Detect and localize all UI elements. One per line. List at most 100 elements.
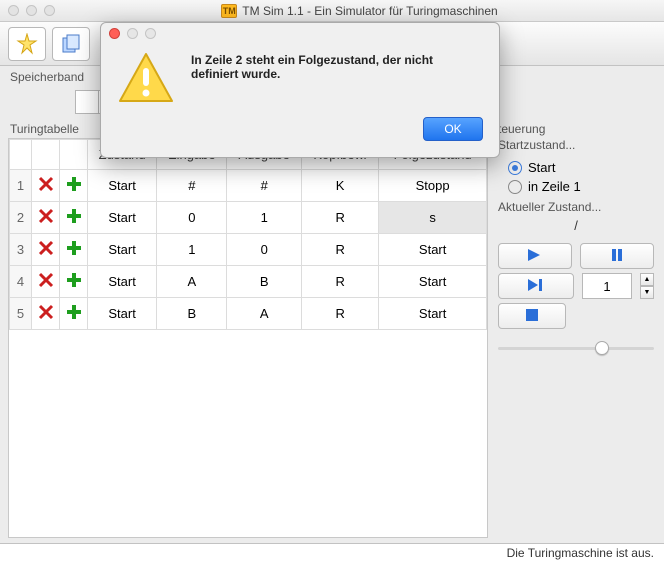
traffic-lights[interactable] <box>8 5 55 16</box>
tape-cell[interactable] <box>75 90 99 114</box>
cell-folgezustand[interactable]: Stopp <box>379 170 487 202</box>
dialog-message: In Zeile 2 steht ein Folgezustand, der n… <box>191 51 483 105</box>
add-row-button[interactable] <box>60 266 88 298</box>
delete-icon <box>38 176 54 192</box>
row-number: 3 <box>10 234 32 266</box>
new-button[interactable] <box>8 27 46 61</box>
radio-label: Start <box>528 160 555 175</box>
cell-zustand[interactable]: Start <box>88 202 157 234</box>
cell-ausgabe[interactable]: # <box>227 170 302 202</box>
cell-eingabe[interactable]: # <box>157 170 227 202</box>
pause-icon <box>611 249 623 264</box>
app-badge: TM <box>221 4 237 18</box>
row-number: 5 <box>10 298 32 330</box>
cell-ausgabe[interactable]: 0 <box>227 234 302 266</box>
cell-zustand[interactable]: Start <box>88 298 157 330</box>
radio-icon <box>508 180 522 194</box>
cell-zustand[interactable]: Start <box>88 234 157 266</box>
pause-button[interactable] <box>580 243 654 269</box>
row-number: 4 <box>10 266 32 298</box>
stop-button[interactable] <box>498 303 566 329</box>
table-row[interactable]: 2 Start01Rs <box>10 202 487 234</box>
cell-zustand[interactable]: Start <box>88 170 157 202</box>
documents-button[interactable] <box>52 27 90 61</box>
sparkle-icon <box>16 33 38 55</box>
delete-icon <box>38 304 54 320</box>
delete-icon <box>38 240 54 256</box>
cell-ausgabe[interactable]: 1 <box>227 202 302 234</box>
speed-slider[interactable] <box>498 339 654 357</box>
cell-ausgabe[interactable]: B <box>227 266 302 298</box>
delete-icon <box>38 208 54 224</box>
step-count-input[interactable] <box>582 273 632 299</box>
row-number: 2 <box>10 202 32 234</box>
radio-zeile[interactable]: in Zeile 1 <box>500 177 652 196</box>
row-number: 1 <box>10 170 32 202</box>
dialog-titlebar <box>101 23 499 43</box>
alert-dialog: In Zeile 2 steht ein Folgezustand, der n… <box>100 22 500 158</box>
close-icon[interactable] <box>8 5 19 16</box>
cell-kopfbew[interactable]: R <box>301 234 378 266</box>
steuerung-panel: Startzustand... Start in Zeile 1 Aktuell… <box>496 138 656 538</box>
window-title-text: TM Sim 1.1 - Ein Simulator für Turingmas… <box>242 4 497 18</box>
slider-track <box>498 347 654 350</box>
table-row[interactable]: 3Start10RStart <box>10 234 487 266</box>
minimize-icon[interactable] <box>26 5 37 16</box>
add-icon <box>66 176 82 192</box>
play-button[interactable] <box>498 243 572 269</box>
window-title: TM TM Sim 1.1 - Ein Simulator für Turing… <box>63 4 656 18</box>
main-area: Zustand Eingabe Ausgabe Kopfbew. Folgezu… <box>0 138 664 538</box>
dialog-close-icon[interactable] <box>109 28 120 39</box>
current-state: / <box>496 216 656 239</box>
cell-kopfbew[interactable]: R <box>301 266 378 298</box>
radio-icon <box>508 161 522 175</box>
add-row-button[interactable] <box>60 202 88 234</box>
add-icon <box>66 240 82 256</box>
startzustand-label: Startzustand... <box>498 138 656 152</box>
add-icon <box>66 208 82 224</box>
delete-row-button[interactable] <box>32 234 60 266</box>
add-row-button[interactable] <box>60 170 88 202</box>
cell-eingabe[interactable]: 1 <box>157 234 227 266</box>
aktueller-zustand-label: Aktueller Zustand... <box>498 200 656 214</box>
slider-thumb[interactable] <box>595 341 609 355</box>
table-row[interactable]: 1Start##KStopp <box>10 170 487 202</box>
status-bar: Die Turingmaschine ist aus. <box>0 543 664 563</box>
cell-folgezustand[interactable]: s <box>379 202 487 234</box>
cell-kopfbew[interactable]: K <box>301 170 378 202</box>
cell-ausgabe[interactable]: A <box>227 298 302 330</box>
delete-row-button[interactable] <box>32 266 60 298</box>
dialog-minimize-icon <box>127 28 138 39</box>
add-icon <box>66 304 82 320</box>
turing-table: Zustand Eingabe Ausgabe Kopfbew. Folgezu… <box>8 138 488 538</box>
cell-folgezustand[interactable]: Start <box>379 234 487 266</box>
cell-eingabe[interactable]: B <box>157 298 227 330</box>
cell-folgezustand[interactable]: Start <box>379 266 487 298</box>
stop-icon <box>526 309 538 324</box>
cell-eingabe[interactable]: A <box>157 266 227 298</box>
radio-start[interactable]: Start <box>500 158 652 177</box>
cell-folgezustand[interactable]: Start <box>379 298 487 330</box>
table-row[interactable]: 5StartBARStart <box>10 298 487 330</box>
delete-row-button[interactable] <box>32 298 60 330</box>
dialog-maximize-icon <box>145 28 156 39</box>
cell-kopfbew[interactable]: R <box>301 298 378 330</box>
play-icon <box>528 249 542 264</box>
cell-kopfbew[interactable]: R <box>301 202 378 234</box>
add-icon <box>66 272 82 288</box>
cell-eingabe[interactable]: 0 <box>157 202 227 234</box>
window-titlebar: TM TM Sim 1.1 - Ein Simulator für Turing… <box>0 0 664 22</box>
delete-icon <box>38 272 54 288</box>
add-row-button[interactable] <box>60 234 88 266</box>
ok-button[interactable]: OK <box>423 117 483 141</box>
delete-row-button[interactable] <box>32 170 60 202</box>
table-row[interactable]: 4StartABRStart <box>10 266 487 298</box>
add-row-button[interactable] <box>60 298 88 330</box>
documents-icon <box>60 33 82 55</box>
step-icon <box>528 279 544 294</box>
step-stepper[interactable]: ▲▼ <box>640 273 654 299</box>
maximize-icon[interactable] <box>44 5 55 16</box>
delete-row-button[interactable] <box>32 202 60 234</box>
cell-zustand[interactable]: Start <box>88 266 157 298</box>
step-button[interactable] <box>498 273 574 299</box>
